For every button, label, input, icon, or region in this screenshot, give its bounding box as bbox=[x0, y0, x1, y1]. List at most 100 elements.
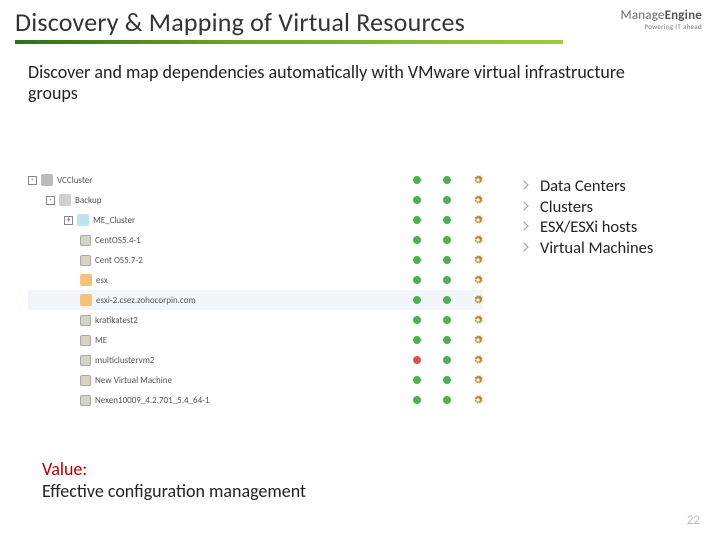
gear-icon[interactable] bbox=[473, 195, 483, 205]
gear-icon[interactable] bbox=[473, 315, 483, 325]
vm-icon bbox=[80, 395, 91, 406]
gear-icon[interactable] bbox=[473, 175, 483, 185]
tree-node-label: kratikatest2 bbox=[95, 315, 138, 326]
status-dot-icon bbox=[443, 336, 451, 344]
title-underline bbox=[15, 40, 563, 44]
status-dot-icon bbox=[413, 356, 421, 364]
tree-row[interactable]: New Virtual Machine bbox=[28, 370, 483, 390]
bullet-item: Data Centers bbox=[520, 176, 710, 197]
bullet-item: Virtual Machines bbox=[520, 238, 710, 259]
status-dot-icon bbox=[413, 256, 421, 264]
tree-toggle-icon[interactable]: + bbox=[64, 216, 73, 225]
status-dot-icon bbox=[413, 316, 421, 324]
bullet-item: Clusters bbox=[520, 197, 710, 218]
bullet-label: Virtual Machines bbox=[540, 238, 653, 259]
tree-row[interactable]: Nexen10009_4.2.701_5.4_64-1 bbox=[28, 390, 483, 410]
status-icons bbox=[379, 235, 483, 245]
tree-node-label: New Virtual Machine bbox=[95, 375, 172, 386]
status-dot-icon bbox=[443, 196, 451, 204]
resource-tree: - VCCluster - Backup + ME_Cluster CentOS5.4-1 C… bbox=[28, 170, 483, 410]
status-dot-icon bbox=[413, 376, 421, 384]
status-dot-icon bbox=[443, 176, 451, 184]
status-dot-icon bbox=[443, 356, 451, 364]
tree-toggle-icon[interactable]: - bbox=[28, 176, 37, 185]
gear-icon[interactable] bbox=[473, 355, 483, 365]
gear-icon[interactable] bbox=[473, 295, 483, 305]
feature-bullets: Data Centers Clusters ESX/ESXi hosts Vir… bbox=[520, 176, 710, 259]
gear-icon[interactable] bbox=[473, 395, 483, 405]
tree-node-label: esxi-2.csez.zohocorpin.com bbox=[96, 295, 196, 306]
tree-toggle-icon[interactable]: - bbox=[46, 196, 55, 205]
tree-node-label: CentOS5.4-1 bbox=[95, 235, 141, 246]
bullet-label: ESX/ESXi hosts bbox=[540, 217, 637, 238]
gear-icon[interactable] bbox=[473, 375, 483, 385]
tree-node-label: VCCluster bbox=[57, 175, 92, 186]
brand-logo: ManageEngine Powering IT ahead bbox=[621, 8, 703, 31]
value-label: Value: bbox=[42, 458, 306, 480]
tree-row[interactable]: multiclustervm2 bbox=[28, 350, 483, 370]
dc-icon bbox=[59, 194, 71, 206]
status-dot-icon bbox=[443, 316, 451, 324]
gear-icon[interactable] bbox=[473, 335, 483, 345]
slide-title: Discovery & Mapping of Virtual Resources bbox=[15, 6, 465, 38]
tree-row[interactable]: CentOS5.4-1 bbox=[28, 230, 483, 250]
brand-tagline: Powering IT ahead bbox=[621, 22, 703, 31]
gear-icon[interactable] bbox=[473, 255, 483, 265]
tree-row[interactable]: + ME_Cluster bbox=[28, 210, 483, 230]
tree-row[interactable]: kratikatest2 bbox=[28, 310, 483, 330]
tree-row[interactable]: esxi-2.csez.zohocorpin.com bbox=[28, 290, 483, 310]
status-dot-icon bbox=[443, 216, 451, 224]
brand-logo-light: Manage bbox=[621, 8, 665, 23]
gear-icon[interactable] bbox=[473, 275, 483, 285]
status-icons bbox=[379, 315, 483, 325]
status-dot-icon bbox=[413, 296, 421, 304]
cl-icon bbox=[77, 214, 89, 226]
bullet-label: Data Centers bbox=[540, 176, 626, 197]
gear-icon[interactable] bbox=[473, 235, 483, 245]
status-dot-icon bbox=[413, 396, 421, 404]
tree-row[interactable]: Cent OS5.7-2 bbox=[28, 250, 483, 270]
tree-node-label: ME bbox=[95, 335, 107, 346]
status-dot-icon bbox=[443, 276, 451, 284]
status-dot-icon bbox=[443, 236, 451, 244]
vm-icon bbox=[80, 375, 91, 386]
status-dot-icon bbox=[413, 336, 421, 344]
status-dot-icon bbox=[443, 396, 451, 404]
tree-row[interactable]: - VCCluster bbox=[28, 170, 483, 190]
tree-row[interactable]: - Backup bbox=[28, 190, 483, 210]
tree-node-label: ME_Cluster bbox=[93, 215, 135, 226]
status-dot-icon bbox=[413, 216, 421, 224]
vm-icon bbox=[80, 255, 91, 266]
tree-row[interactable]: ME bbox=[28, 330, 483, 350]
page-number: 22 bbox=[687, 513, 700, 528]
brand-logo-text: ManageEngine bbox=[621, 8, 703, 23]
vc-icon bbox=[41, 174, 53, 186]
tree-row[interactable]: esx bbox=[28, 270, 483, 290]
value-text: Effective configuration management bbox=[42, 480, 306, 502]
status-dot-icon bbox=[413, 236, 421, 244]
status-dot-icon bbox=[413, 196, 421, 204]
tree-node-label: Nexen10009_4.2.701_5.4_64-1 bbox=[95, 395, 209, 406]
status-icons bbox=[379, 195, 483, 205]
vm-icon bbox=[80, 315, 91, 326]
tree-node-label: esx bbox=[96, 275, 108, 286]
status-dot-icon bbox=[443, 256, 451, 264]
gear-icon[interactable] bbox=[473, 215, 483, 225]
title-bar: Discovery & Mapping of Virtual Resources… bbox=[0, 0, 720, 52]
status-icons bbox=[379, 355, 483, 365]
status-icons bbox=[379, 295, 483, 305]
vm-icon bbox=[80, 355, 91, 366]
status-icons bbox=[379, 375, 483, 385]
intro-text: Discover and map dependencies automatica… bbox=[28, 62, 648, 103]
bullet-item: ESX/ESXi hosts bbox=[520, 217, 710, 238]
tree-node-label: Backup bbox=[75, 195, 101, 206]
host-icon bbox=[80, 294, 92, 306]
status-icons bbox=[379, 255, 483, 265]
status-dot-icon bbox=[413, 176, 421, 184]
status-icons bbox=[379, 215, 483, 225]
host-icon bbox=[80, 274, 92, 286]
status-icons bbox=[379, 395, 483, 405]
status-dot-icon bbox=[443, 376, 451, 384]
status-icons bbox=[379, 275, 483, 285]
status-icons bbox=[379, 175, 483, 185]
